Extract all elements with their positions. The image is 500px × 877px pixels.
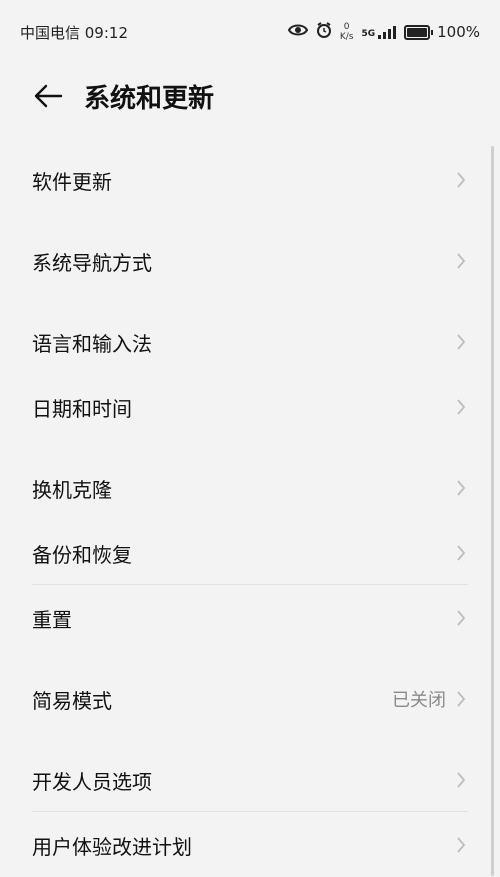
item-label: 简易模式 — [32, 688, 112, 713]
chevron-right-icon — [454, 333, 468, 351]
item-phone-clone[interactable]: 换机克隆 — [32, 456, 468, 520]
simple-mode-status: 已关闭 — [392, 690, 446, 711]
item-label: 备份和恢复 — [32, 542, 132, 567]
chevron-right-icon — [454, 771, 468, 789]
status-bar: 中国电信 09:12 0 K/s 5G 100% — [0, 0, 500, 64]
chevron-right-icon — [454, 836, 468, 854]
eye-icon — [287, 23, 308, 41]
item-software-update[interactable]: 软件更新 — [32, 148, 468, 212]
item-user-experience[interactable]: 用户体验改进计划 — [32, 813, 468, 877]
chevron-right-icon — [454, 479, 468, 497]
item-label: 换机克隆 — [32, 477, 112, 502]
item-date-time[interactable]: 日期和时间 — [32, 375, 468, 439]
battery-icon — [404, 24, 431, 40]
battery-indicator: 100% — [404, 23, 480, 41]
chevron-right-icon — [454, 609, 468, 627]
item-backup-restore[interactable]: 备份和恢复 — [32, 521, 468, 585]
divider — [32, 811, 468, 812]
speed-unit: K/s — [339, 32, 354, 42]
item-reset[interactable]: 重置 — [32, 586, 468, 650]
network-speed: 0 K/s — [340, 22, 354, 42]
item-label: 软件更新 — [32, 169, 112, 194]
carrier-time: 中国电信 09:12 — [20, 23, 128, 42]
item-label: 开发人员选项 — [32, 769, 152, 794]
chevron-right-icon — [454, 398, 468, 416]
item-simple-mode[interactable]: 简易模式 已关闭 — [32, 667, 468, 731]
item-label: 语言和输入法 — [32, 331, 152, 356]
item-label: 日期和时间 — [32, 396, 132, 421]
page-header: 系统和更新 — [0, 64, 500, 128]
back-arrow-icon — [34, 84, 63, 108]
item-label: 重置 — [32, 607, 72, 632]
scrollbar[interactable] — [491, 146, 494, 876]
chevron-right-icon — [454, 171, 468, 189]
page-title: 系统和更新 — [84, 83, 215, 114]
divider — [32, 584, 468, 585]
back-button[interactable] — [28, 76, 68, 116]
battery-level: 100% — [437, 23, 480, 41]
item-label: 用户体验改进计划 — [32, 834, 192, 859]
chevron-right-icon — [454, 252, 468, 270]
speed-value: 0 — [343, 22, 350, 32]
item-language-input[interactable]: 语言和输入法 — [32, 310, 468, 374]
chevron-right-icon — [454, 544, 468, 562]
chevron-right-icon — [454, 690, 468, 708]
alarm-icon — [316, 22, 332, 42]
item-label: 系统导航方式 — [32, 250, 152, 275]
item-developer-options[interactable]: 开发人员选项 — [32, 748, 468, 812]
signal-bars-icon — [378, 25, 397, 39]
cellular-signal: 5G — [361, 25, 397, 39]
item-navigation[interactable]: 系统导航方式 — [32, 229, 468, 293]
status-icons: 0 K/s 5G 100% — [287, 22, 480, 42]
network-type: 5G — [361, 29, 376, 39]
